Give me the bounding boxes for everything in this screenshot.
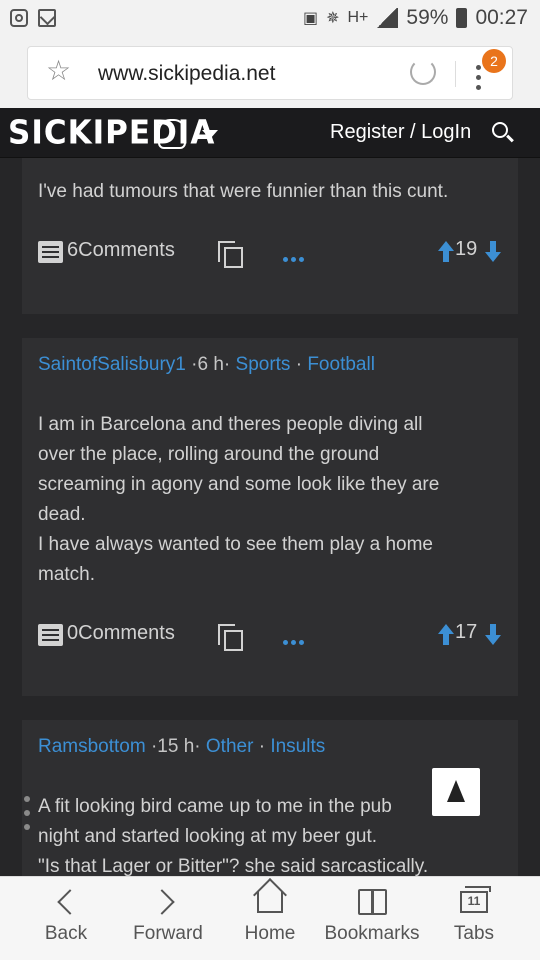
subcategory-link[interactable]: Insults — [270, 736, 325, 757]
more-icon[interactable] — [283, 632, 307, 645]
subcategory-link[interactable]: Football — [307, 354, 375, 375]
post-time: ·15 h· — [150, 736, 201, 757]
back-icon — [57, 889, 83, 915]
post-body: I've had tumours that were funnier than … — [38, 181, 449, 202]
post-line: over the place, rolling around the groun… — [38, 444, 380, 465]
separator: · — [258, 736, 266, 757]
divider — [455, 61, 456, 87]
post-actions: 6Comments 19 — [38, 237, 502, 268]
vote-count: 19 — [455, 238, 478, 260]
upvote-icon[interactable] — [438, 624, 454, 646]
post-card: I've had tumours that were funnier than … — [22, 158, 518, 314]
upvote-icon[interactable] — [438, 241, 454, 263]
post-card: SaintofSalisbury1 ·6 h· Sports · Footbal… — [22, 338, 518, 696]
post-line: I have always wanted to see them play a … — [38, 534, 434, 555]
bluetooth-icon: ✵ — [326, 10, 340, 27]
network-type: H+ — [347, 9, 369, 26]
bookmarks-button[interactable]: Bookmarks — [322, 887, 422, 945]
battery-icon — [456, 8, 468, 28]
home-icon — [257, 891, 283, 913]
address-bar[interactable]: ☆ www.sickipedia.net 2 — [27, 46, 513, 100]
back-label: Back — [44, 923, 88, 944]
joke-feed[interactable]: I've had tumours that were funnier than … — [0, 158, 540, 876]
lock-icon: ▣ — [302, 10, 319, 27]
back-button[interactable]: Back — [16, 887, 116, 945]
logo-icon — [158, 119, 186, 149]
category-link[interactable]: Sports — [236, 354, 291, 375]
mail-icon — [38, 9, 56, 27]
scroll-to-top-button[interactable] — [432, 768, 480, 816]
downvote-icon[interactable] — [485, 241, 501, 263]
vote-count: 17 — [455, 621, 478, 643]
tabs-label: Tabs — [453, 923, 495, 944]
forward-button[interactable]: Forward — [118, 887, 218, 945]
battery-percent: 59% — [406, 6, 449, 29]
comments-link[interactable]: 0Comments — [67, 622, 175, 645]
comment-icon[interactable] — [38, 624, 63, 646]
post-line: match. — [38, 564, 96, 585]
search-icon[interactable] — [492, 122, 508, 138]
forward-icon — [149, 889, 175, 915]
downvote-icon[interactable] — [485, 624, 501, 646]
separator: · — [295, 354, 303, 375]
post-time: ·6 h· — [191, 354, 231, 375]
category-link[interactable]: Other — [206, 736, 254, 757]
chevron-down-icon[interactable] — [202, 130, 218, 139]
url-text[interactable]: www.sickipedia.net — [98, 62, 275, 86]
post-meta: Ramsbottom ·15 h· Other · Insults — [38, 736, 325, 758]
copy-icon[interactable] — [218, 241, 243, 268]
site-header: SICKIPEDIA Register / LogIn — [0, 108, 540, 158]
register-login-link[interactable]: Register / LogIn — [330, 121, 471, 144]
more-icon[interactable] — [283, 249, 307, 262]
post-line: night and started looking at my beer gut… — [38, 826, 378, 847]
post-actions: 0Comments 17 — [38, 620, 502, 651]
instagram-icon — [10, 9, 28, 27]
drag-handle-icon[interactable] — [24, 796, 32, 838]
signal-icon — [376, 8, 399, 28]
comments-link[interactable]: 6Comments — [67, 239, 175, 262]
post-line: "Is that Lager or Bitter"? she said sarc… — [38, 856, 429, 876]
reload-icon[interactable] — [410, 59, 436, 85]
home-label: Home — [244, 923, 296, 944]
browser-menu-icon[interactable] — [476, 65, 482, 95]
author-link[interactable]: SaintofSalisbury1 — [38, 354, 186, 375]
forward-label: Forward — [133, 923, 203, 944]
post-body: I am in Barcelona and theres people divi… — [38, 410, 508, 590]
author-link[interactable]: Ramsbottom — [38, 736, 146, 757]
copy-icon[interactable] — [218, 624, 243, 651]
tabs-button[interactable]: 11 Tabs — [424, 886, 524, 945]
notification-badge: 2 — [482, 49, 506, 73]
post-line: dead. — [38, 504, 86, 525]
post-line: I am in Barcelona and theres people divi… — [38, 414, 423, 435]
post-meta: SaintofSalisbury1 ·6 h· Sports · Footbal… — [38, 354, 375, 376]
comment-icon[interactable] — [38, 241, 63, 263]
clock: 00:27 — [475, 6, 528, 29]
browser-toolbar: ☆ www.sickipedia.net 2 — [0, 38, 540, 108]
bookmarks-label: Bookmarks — [324, 923, 420, 944]
status-bar: ▣ ✵ H+ 59% 00:27 — [0, 0, 540, 38]
home-button[interactable]: Home — [220, 887, 320, 945]
bookmarks-icon — [358, 889, 387, 915]
browser-bottom-nav: Back Forward Home Bookmarks 11 Tabs — [0, 876, 540, 960]
tabs-icon: 11 — [460, 886, 491, 913]
star-icon[interactable]: ☆ — [46, 57, 71, 85]
post-line: screaming in agony and some look like th… — [38, 474, 440, 495]
